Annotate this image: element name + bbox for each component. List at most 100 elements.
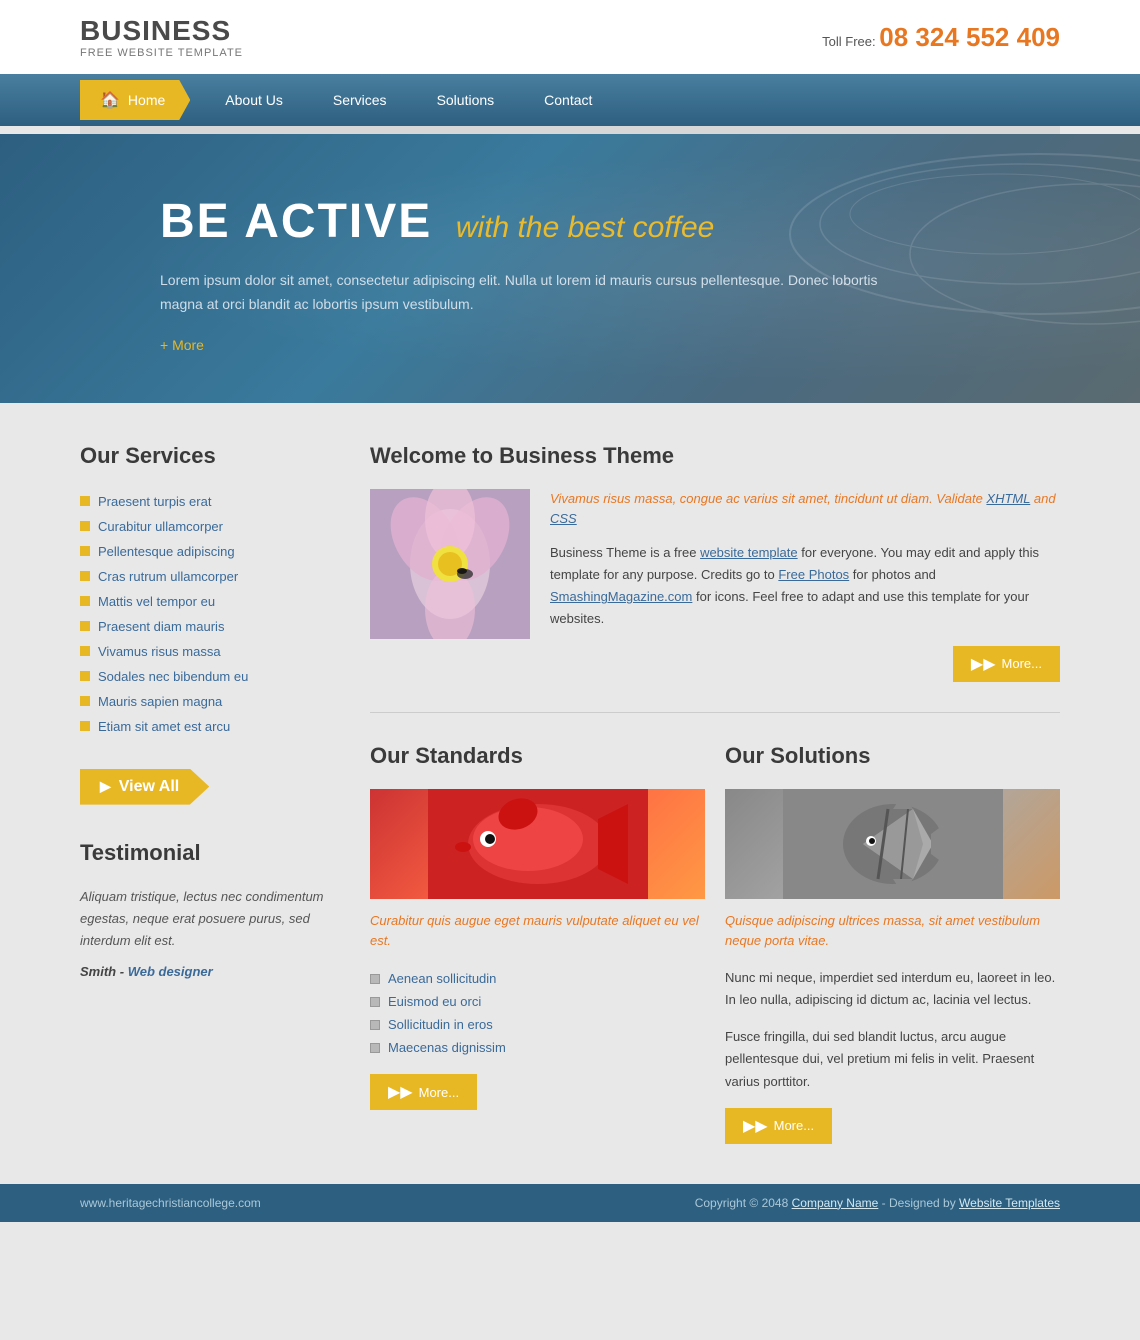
- bullet-icon: [370, 1020, 380, 1030]
- solutions-image: [725, 789, 1060, 899]
- website-template-link[interactable]: website template: [700, 545, 798, 560]
- bullet-icon: [80, 721, 90, 731]
- welcome-more-label: More...: [1002, 656, 1042, 671]
- arrow-icon: ▶: [100, 778, 111, 795]
- phone-area: Toll Free: 08 324 552 409: [822, 22, 1060, 53]
- welcome-more-area: ▶▶ More...: [550, 646, 1060, 682]
- free-photos-link[interactable]: Free Photos: [778, 567, 849, 582]
- bottom-sections: Our Standards: [370, 743, 1060, 1144]
- welcome-more-button[interactable]: ▶▶ More...: [953, 646, 1060, 682]
- more-arrow-icon: ▶▶: [743, 1116, 768, 1136]
- welcome-body: Business Theme is a free website templat…: [550, 542, 1060, 630]
- list-item[interactable]: Sollicitudin in eros: [370, 1013, 705, 1036]
- standards-image: [370, 789, 705, 899]
- nav-divider: [80, 126, 1060, 134]
- testimonial-title: Testimonial: [80, 840, 340, 866]
- website-templates-link[interactable]: Website Templates: [959, 1196, 1060, 1210]
- list-item[interactable]: Etiam sit amet est arcu: [80, 714, 340, 739]
- footer: www.heritagechristiancollege.com Copyrig…: [0, 1184, 1140, 1222]
- hero-subtitle: with the best coffee: [456, 211, 715, 244]
- smashing-link[interactable]: SmashingMagazine.com: [550, 589, 692, 604]
- angel-fish-svg: [783, 789, 1003, 899]
- more-arrow-icon: ▶▶: [971, 654, 996, 674]
- company-name-link[interactable]: Company Name: [792, 1196, 879, 1210]
- list-item[interactable]: Sodales nec bibendum eu: [80, 664, 340, 689]
- solutions-body2: Fusce fringilla, dui sed blandit luctus,…: [725, 1026, 1060, 1092]
- css-link[interactable]: CSS: [550, 511, 577, 526]
- testimonial-role-link[interactable]: Web designer: [128, 964, 213, 979]
- list-item[interactable]: Mauris sapien magna: [80, 689, 340, 714]
- hero-more-link[interactable]: + More: [160, 337, 1060, 353]
- sidebar: Our Services Praesent turpis erat Curabi…: [80, 443, 340, 1144]
- bullet-icon: [80, 571, 90, 581]
- phone-number: 08 324 552 409: [879, 22, 1060, 52]
- welcome-image: [370, 489, 530, 639]
- list-item[interactable]: Pellentesque adipiscing: [80, 539, 340, 564]
- logo-subtitle: FREE WEBSITE TEMPLATE: [80, 47, 243, 59]
- bullet-icon: [80, 671, 90, 681]
- solutions-caption: Quisque adipiscing ultrices massa, sit a…: [725, 911, 1060, 953]
- bullet-icon: [80, 596, 90, 606]
- list-item[interactable]: Praesent diam mauris: [80, 614, 340, 639]
- standards-list: Aenean sollicitudin Euismod eu orci Soll…: [370, 967, 705, 1059]
- solutions-more-label: More...: [774, 1118, 814, 1133]
- hero-main-title: BE ACTIVE: [160, 195, 432, 248]
- list-item[interactable]: Curabitur ullamcorper: [80, 514, 340, 539]
- bullet-icon: [370, 1043, 380, 1053]
- home-nav-button[interactable]: 🏠 Home: [80, 80, 190, 120]
- more-arrow-icon: ▶▶: [388, 1082, 413, 1102]
- standards-more-label: More...: [419, 1085, 459, 1100]
- bullet-icon: [80, 546, 90, 556]
- standards-more-button[interactable]: ▶▶ More...: [370, 1074, 477, 1110]
- solutions-section: Our Solutions: [725, 743, 1060, 1144]
- bullet-icon: [80, 521, 90, 531]
- welcome-title: Welcome to Business Theme: [370, 443, 1060, 469]
- list-item[interactable]: Euismod eu orci: [370, 990, 705, 1013]
- logo-title: BUSINESS: [80, 15, 243, 47]
- list-item[interactable]: Praesent turpis erat: [80, 489, 340, 514]
- list-item[interactable]: Cras rutrum ullamcorper: [80, 564, 340, 589]
- welcome-text-area: Vivamus risus massa, congue ac varius si…: [550, 489, 1060, 682]
- solutions-more-button[interactable]: ▶▶ More...: [725, 1108, 832, 1144]
- bullet-icon: [370, 974, 380, 984]
- testimonial-text: Aliquam tristique, lectus nec condimentu…: [80, 886, 340, 952]
- standards-caption: Curabitur quis augue eget mauris vulputa…: [370, 911, 705, 953]
- solutions-nav-item[interactable]: Solutions: [412, 82, 520, 118]
- view-all-label: View All: [119, 778, 179, 796]
- services-title: Our Services: [80, 443, 340, 469]
- bullet-icon: [80, 621, 90, 631]
- testimonial-section: Testimonial Aliquam tristique, lectus ne…: [80, 840, 340, 979]
- header: BUSINESS FREE WEBSITE TEMPLATE Toll Free…: [0, 0, 1140, 74]
- hero-banner: BE ACTIVE with the best coffee Lorem ips…: [0, 134, 1140, 403]
- solutions-title: Our Solutions: [725, 743, 1060, 769]
- phone-label: Toll Free:: [822, 34, 875, 49]
- standards-title: Our Standards: [370, 743, 705, 769]
- list-item[interactable]: Aenean sollicitudin: [370, 967, 705, 990]
- xhtml-link[interactable]: XHTML: [986, 491, 1030, 506]
- bullet-icon: [80, 696, 90, 706]
- testimonial-author: Smith - Web designer: [80, 964, 340, 979]
- list-item[interactable]: Mattis vel tempor eu: [80, 589, 340, 614]
- solutions-body1: Nunc mi neque, imperdiet sed interdum eu…: [725, 967, 1060, 1011]
- main-content-area: Welcome to Business Theme: [370, 443, 1060, 1144]
- home-icon: 🏠: [100, 90, 120, 110]
- logo-area: BUSINESS FREE WEBSITE TEMPLATE: [80, 15, 243, 59]
- home-nav-label: Home: [128, 92, 165, 108]
- flower-svg: [370, 489, 530, 639]
- view-all-button[interactable]: ▶ View All: [80, 769, 209, 805]
- bullet-icon: [80, 646, 90, 656]
- red-fish-svg: [428, 789, 648, 899]
- hero-decoration-svg: [740, 134, 1140, 334]
- contact-nav-item[interactable]: Contact: [519, 82, 617, 118]
- navigation: 🏠 Home About Us Services Solutions Conta…: [0, 74, 1140, 126]
- about-nav-item[interactable]: About Us: [200, 82, 308, 118]
- list-item[interactable]: Maecenas dignissim: [370, 1036, 705, 1059]
- list-item[interactable]: Vivamus risus massa: [80, 639, 340, 664]
- footer-website: www.heritagechristiancollege.com: [80, 1196, 261, 1210]
- welcome-highlight: Vivamus risus massa, congue ac varius si…: [550, 489, 1060, 531]
- main-content: Our Services Praesent turpis erat Curabi…: [0, 403, 1140, 1184]
- bullet-icon: [370, 997, 380, 1007]
- services-nav-item[interactable]: Services: [308, 82, 412, 118]
- welcome-section: Vivamus risus massa, congue ac varius si…: [370, 489, 1060, 713]
- bullet-icon: [80, 496, 90, 506]
